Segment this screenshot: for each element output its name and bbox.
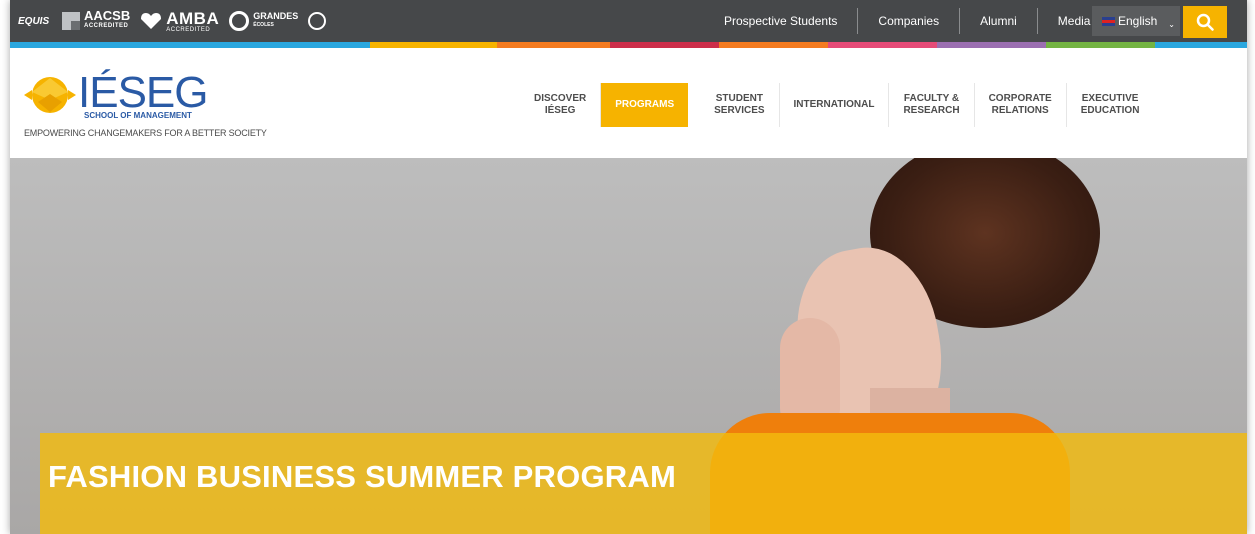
nav-line2: IÉSEG — [544, 105, 576, 116]
language-label: English — [1118, 14, 1158, 28]
efmd-seal — [308, 12, 327, 30]
nav-programs[interactable]: PROGRAMS — [601, 83, 689, 127]
nav-line1: DISCOVER — [534, 93, 587, 104]
nav-faculty-research[interactable]: FACULTY & RESEARCH — [889, 83, 975, 127]
hero-title-band: FASHION BUSINESS SUMMER PROGRAM — [40, 433, 1247, 534]
nav-line2: EDUCATION — [1080, 105, 1140, 116]
nav-executive-education[interactable]: EXECUTIVE EDUCATION — [1067, 83, 1154, 127]
search-icon — [1196, 13, 1214, 31]
search-button[interactable] — [1183, 6, 1227, 38]
hero-banner: FASHION BUSINESS SUMMER PROGRAM — [10, 158, 1247, 534]
cge-line1: GRANDES — [253, 11, 299, 21]
nav-line2: SERVICES — [714, 105, 765, 116]
ieseg-logo[interactable]: IÉSEG SCHOOL OF MANAGEMENT EMPOWERING CH… — [24, 68, 267, 148]
equis-label: EQUIS — [18, 15, 50, 27]
nav-international[interactable]: INTERNATIONAL — [780, 83, 890, 127]
nav-line1: STUDENT — [715, 93, 763, 104]
site-header: IÉSEG SCHOOL OF MANAGEMENT EMPOWERING CH… — [10, 48, 1247, 158]
aacsb-icon — [62, 12, 80, 30]
nav-line2: RELATIONS — [991, 105, 1049, 116]
top-links: Prospective Students Companies Alumni Me… — [704, 0, 1110, 42]
equis-logo: EQUIS — [18, 15, 52, 27]
nav-line1: PROGRAMS — [615, 99, 675, 110]
amba-logo: AMBA ACCREDITED — [140, 9, 219, 33]
nav-corporate-relations[interactable]: CORPORATE RELATIONS — [975, 83, 1067, 127]
language-selector[interactable]: English ⌄ — [1092, 6, 1180, 36]
nav-line1: INTERNATIONAL — [793, 99, 875, 110]
brand-tagline: EMPOWERING CHANGEMAKERS FOR A BETTER SOC… — [24, 128, 267, 138]
cge-line2: ÉCOLES — [253, 22, 274, 28]
chevron-down-icon: ⌄ — [1168, 20, 1175, 29]
nav-line1: CORPORATE — [988, 93, 1052, 104]
link-companies[interactable]: Companies — [858, 8, 961, 34]
page-frame: EQUIS AACSB ACCREDITED AMBA ACCREDITED GRA… — [10, 0, 1247, 534]
seal-icon — [308, 12, 327, 30]
nav-discover-ieseg[interactable]: DISCOVER IÉSEG — [520, 83, 602, 127]
main-nav: DISCOVER IÉSEG PROGRAMS STUDENT SERVICES I… — [520, 83, 1153, 127]
nav-line1: FACULTY & — [903, 93, 960, 104]
nav-line2: RESEARCH — [903, 105, 960, 116]
accreditation-logos: EQUIS AACSB ACCREDITED AMBA ACCREDITED GRA… — [18, 8, 327, 34]
sun-icon — [24, 77, 76, 113]
amba-label: AMBA — [166, 9, 220, 28]
nav-line1: EXECUTIVE — [1081, 93, 1139, 104]
link-alumni[interactable]: Alumni — [960, 8, 1038, 34]
hero-title: FASHION BUSINESS SUMMER PROGRAM — [48, 459, 676, 494]
amba-icon — [141, 13, 162, 29]
cge-icon — [229, 11, 250, 31]
cge-logo: GRANDES ÉCOLES — [229, 11, 298, 31]
aacsb-logo: AACSB ACCREDITED — [62, 9, 130, 32]
uk-flag-icon — [1102, 16, 1115, 26]
brand-school: SCHOOL OF MANAGEMENT — [84, 111, 192, 120]
link-prospective-students[interactable]: Prospective Students — [704, 8, 859, 34]
aacsb-sub: ACCREDITED — [84, 23, 129, 29]
nav-student-services[interactable]: STUDENT SERVICES — [700, 83, 780, 127]
top-bar: EQUIS AACSB ACCREDITED AMBA ACCREDITED GRA… — [10, 0, 1247, 42]
